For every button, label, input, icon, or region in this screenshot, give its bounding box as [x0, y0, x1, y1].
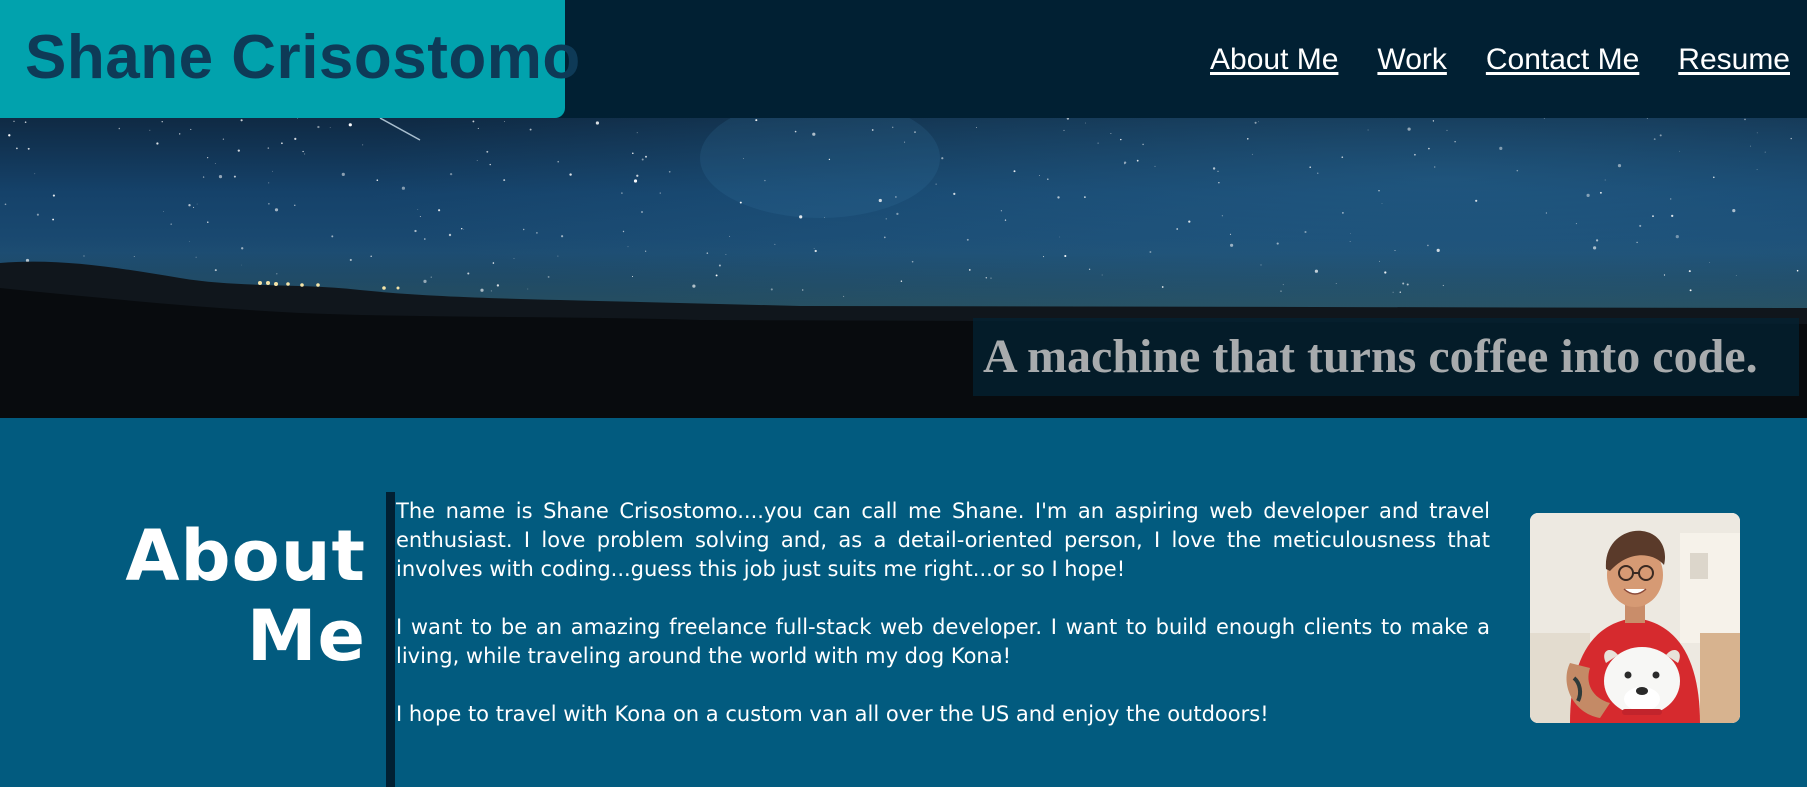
- nav-link-contact-me[interactable]: Contact Me: [1486, 38, 1639, 82]
- nav-link-work[interactable]: Work: [1377, 38, 1446, 82]
- hero-banner: A machine that turns coffee into code.: [0, 118, 1807, 418]
- profile-photo-illustration: [1530, 513, 1740, 723]
- profile-photo: [1530, 513, 1740, 723]
- main-nav: About Me Work Contact Me Resume: [1210, 38, 1790, 82]
- nav-link-about-me[interactable]: About Me: [1210, 38, 1338, 82]
- tagline: A machine that turns coffee into code.: [983, 330, 1758, 383]
- tagline-box: A machine that turns coffee into code.: [973, 318, 1799, 396]
- site-logo[interactable]: Shane Crisostomo: [25, 22, 581, 94]
- about-section: About Me The name is Shane Crisostomo...…: [0, 418, 1807, 787]
- logo-box[interactable]: Shane Crisostomo: [0, 0, 580, 118]
- about-paragraph: The name is Shane Crisostomo....you can …: [396, 499, 1490, 581]
- about-paragraph: I hope to travel with Kona on a custom v…: [396, 702, 1269, 726]
- nav-link-resume[interactable]: Resume: [1678, 38, 1790, 82]
- about-text: The name is Shane Crisostomo....you can …: [396, 497, 1490, 729]
- about-heading: About Me: [125, 516, 366, 676]
- about-paragraph: I want to be an amazing freelance full-s…: [396, 615, 1490, 668]
- section-divider: [386, 492, 395, 787]
- about-heading-line1: About: [125, 515, 366, 597]
- about-heading-line2: Me: [246, 595, 366, 677]
- site-header: Shane Crisostomo About Me Work Contact M…: [0, 0, 1807, 118]
